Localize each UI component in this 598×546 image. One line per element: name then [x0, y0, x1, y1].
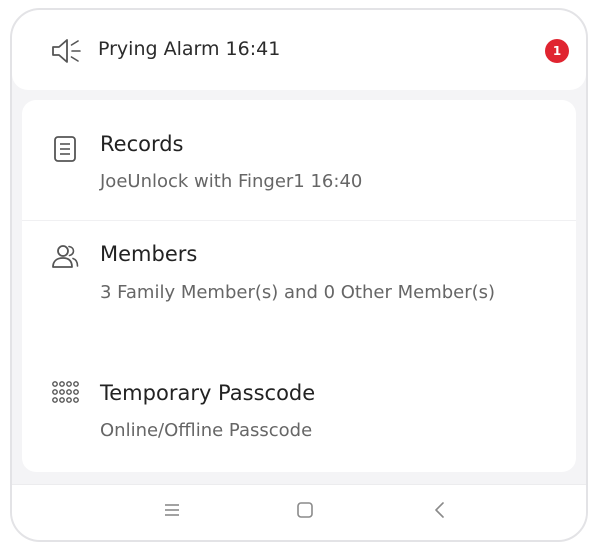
- system-navigation-bar: [12, 484, 586, 540]
- notification-badge: 1: [545, 39, 569, 63]
- menu-item-members[interactable]: Members 3 Family Member(s) and 0 Other M…: [22, 221, 576, 345]
- phone-frame: Prying Alarm 16:41 1 Records JoeUnlock w…: [10, 8, 588, 542]
- back-chevron-icon: [435, 501, 444, 518]
- document-list-icon: [54, 136, 76, 162]
- menu-card: Records JoeUnlock with Finger1 16:40 Mem…: [22, 100, 576, 472]
- back-button[interactable]: [420, 485, 460, 533]
- menu-item-subtitle: Online/Offline Passcode: [100, 420, 313, 441]
- menu-item-subtitle: 3 Family Member(s) and 0 Other Member(s): [100, 282, 496, 303]
- speaker-alarm-icon: [52, 39, 81, 63]
- home-square-icon: [297, 501, 313, 518]
- home-button[interactable]: [285, 485, 325, 533]
- alarm-notification[interactable]: Prying Alarm 16:41 1: [12, 10, 586, 90]
- menu-item-records[interactable]: Records JoeUnlock with Finger1 16:40: [22, 100, 576, 214]
- alarm-text: Prying Alarm 16:41: [98, 38, 281, 60]
- menu-item-title: Members: [100, 242, 198, 266]
- menu-item-title: Temporary Passcode: [100, 381, 316, 405]
- menu-item-temporary-passcode[interactable]: Temporary Passcode Online/Offline Passco…: [22, 352, 576, 466]
- people-icon: [52, 245, 79, 268]
- menu-lines-icon: [165, 503, 179, 516]
- keypad-icon: [52, 381, 79, 403]
- menu-item-title: Records: [100, 132, 184, 156]
- menu-item-subtitle: JoeUnlock with Finger1 16:40: [100, 171, 363, 192]
- recent-apps-button[interactable]: [152, 485, 192, 533]
